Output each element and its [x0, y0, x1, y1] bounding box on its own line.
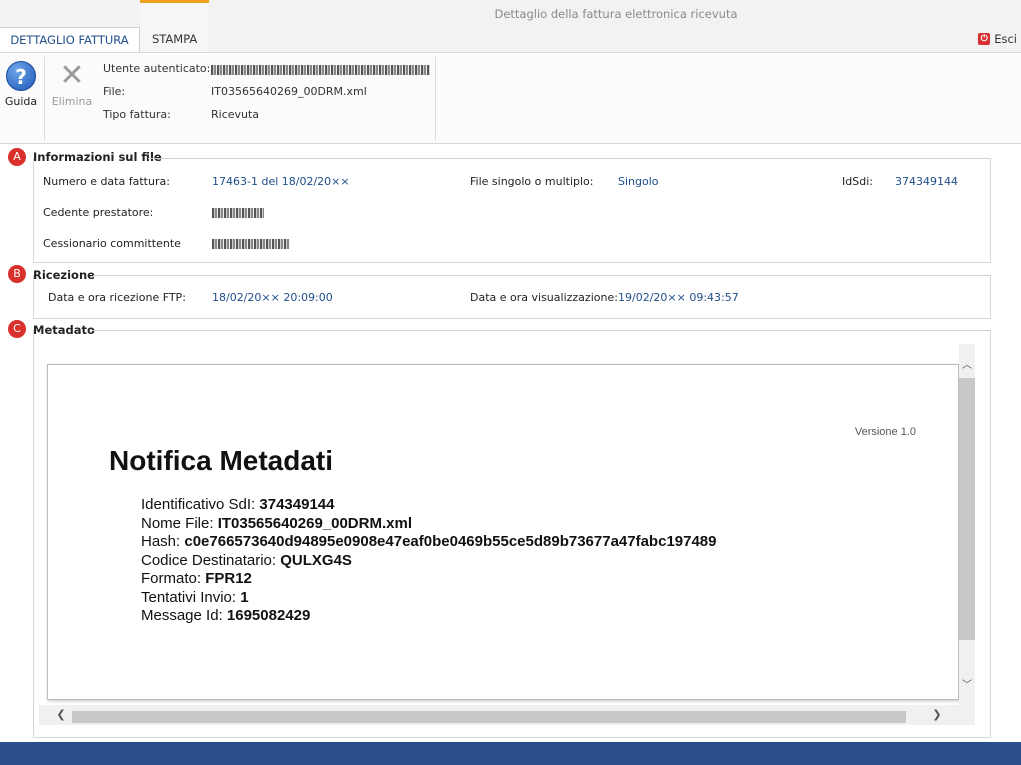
doc-row-formato: Formato: FPR12 [141, 570, 717, 589]
doc-label: Identificativo SdI: [141, 496, 260, 513]
document-version: Versione 1.0 [854, 426, 916, 438]
doc-row-tentativi: Tentativi Invio: 1 [141, 589, 717, 608]
doc-label: Nome File: [141, 514, 218, 532]
doc-row-hash: Hash: c0e766573640d94895e0908e47eaf0be04… [141, 533, 717, 552]
doc-label: Codice Destinatario: [141, 551, 281, 569]
cessionario-label: Cessionario committente [43, 237, 181, 250]
idsdi-value: 374349144 [895, 175, 958, 188]
doc-row-message-id: Message Id: 1695082429 [141, 607, 717, 626]
delete-icon: ✕ [59, 58, 85, 93]
visualizzazione-label: Data e ora visualizzazione: [470, 291, 618, 304]
ribbon-separator [435, 57, 436, 141]
redacted-utente [211, 65, 430, 75]
doc-row-identificativo: Identificativo SdI: 374349144 [141, 496, 717, 515]
file-singolo-label: File singolo o multiplo: [470, 175, 594, 188]
doc-label: Message Id: [141, 607, 227, 624]
doc-value: 374349144 [259, 496, 335, 513]
cessionario-value [212, 237, 290, 250]
doc-label: Formato: [141, 570, 206, 587]
visualizzazione-value: 19/02/20×× 09:43:57 [618, 291, 739, 304]
doc-label: Hash: [141, 533, 185, 550]
tipo-fattura-label: Tipo fattura: [103, 108, 171, 121]
tipo-fattura-value: Ricevuta [211, 108, 260, 121]
redacted-cedente [212, 208, 264, 218]
metadata-viewer[interactable]: Versione 1.0 Notifica Metadati Identific… [39, 344, 975, 725]
exit-label: Esci [994, 32, 1017, 46]
chevron-down-icon[interactable]: ﹀ [959, 678, 975, 694]
cedente-label: Cedente prestatore: [43, 206, 154, 219]
section-b-badge: B [8, 265, 26, 283]
ricezione-ftp-label: Data e ora ricezione FTP: [48, 291, 186, 304]
numero-fattura-label: Numero e data fattura: [43, 175, 170, 188]
tab-dettaglio-fattura[interactable]: DETTAGLIO FATTURA [0, 27, 140, 52]
section-c-badge: C [8, 320, 26, 338]
doc-value: QULXG4S [280, 551, 352, 569]
doc-value: 1 [240, 588, 249, 606]
chevron-left-icon[interactable]: ❮ [53, 707, 69, 723]
chevron-up-icon[interactable]: ︿ [959, 358, 975, 374]
elimina-button[interactable]: ✕ Elimina [50, 58, 94, 109]
tab-stampa-label: STAMPA [152, 32, 198, 46]
file-value: IT03565640269_00DRM.xml [211, 85, 367, 98]
vertical-scroll-thumb[interactable] [959, 378, 975, 640]
tab-stampa[interactable]: STAMPA [140, 0, 209, 52]
doc-row-codice-destinatario: Codice Destinatario: QULXG4S [141, 552, 717, 571]
help-icon: ? [6, 61, 36, 91]
ribbon-separator [44, 57, 45, 141]
horizontal-scrollbar[interactable]: ❮ ❯ [39, 705, 975, 725]
doc-value: FPR12 [205, 570, 252, 587]
utente-label: Utente autenticato: [103, 62, 211, 75]
doc-value: IT03565640269_00DRM.xml [217, 514, 412, 532]
utente-value [211, 63, 430, 76]
document-title: Notifica Metadati [109, 445, 334, 476]
doc-label: Tentativi Invio: [141, 588, 241, 606]
metadata-document: Versione 1.0 Notifica Metadati Identific… [47, 364, 959, 700]
status-bar [0, 742, 1021, 765]
cedente-value [212, 206, 264, 219]
file-label: File: [103, 85, 126, 98]
section-a-badge: A [8, 148, 26, 166]
file-singolo-value: Singolo [618, 175, 659, 188]
numero-fattura-value: 17463-1 del 18/02/20×× [212, 175, 350, 188]
doc-value: c0e766573640d94895e0908e47eaf0be0469b55c… [184, 533, 717, 550]
document-fields: Identificativo SdI: 374349144 Nome File:… [141, 496, 717, 626]
vertical-scrollbar[interactable]: ︿ ﹀ [959, 344, 975, 705]
redacted-cessionario [212, 239, 290, 249]
power-icon: ⏻ [978, 33, 991, 45]
elimina-label: Elimina [51, 95, 93, 108]
guida-button[interactable]: ? Guida [4, 59, 38, 108]
exit-button[interactable]: ⏻ Esci [978, 32, 1017, 46]
horizontal-scroll-thumb[interactable] [72, 711, 906, 723]
chevron-right-icon[interactable]: ❯ [929, 707, 945, 723]
idsdi-label: IdSdi: [842, 175, 873, 188]
ribbon: ? Guida ✕ Elimina Utente autenticato: Fi… [0, 52, 1021, 144]
ricezione-ftp-value: 18/02/20×× 20:09:00 [212, 291, 333, 304]
doc-row-nome-file: Nome File: IT03565640269_00DRM.xml [141, 515, 717, 534]
title-bar: Dettaglio della fattura elettronica rice… [0, 0, 1021, 52]
doc-value: 1695082429 [226, 607, 311, 624]
guida-label: Guida [4, 95, 38, 108]
